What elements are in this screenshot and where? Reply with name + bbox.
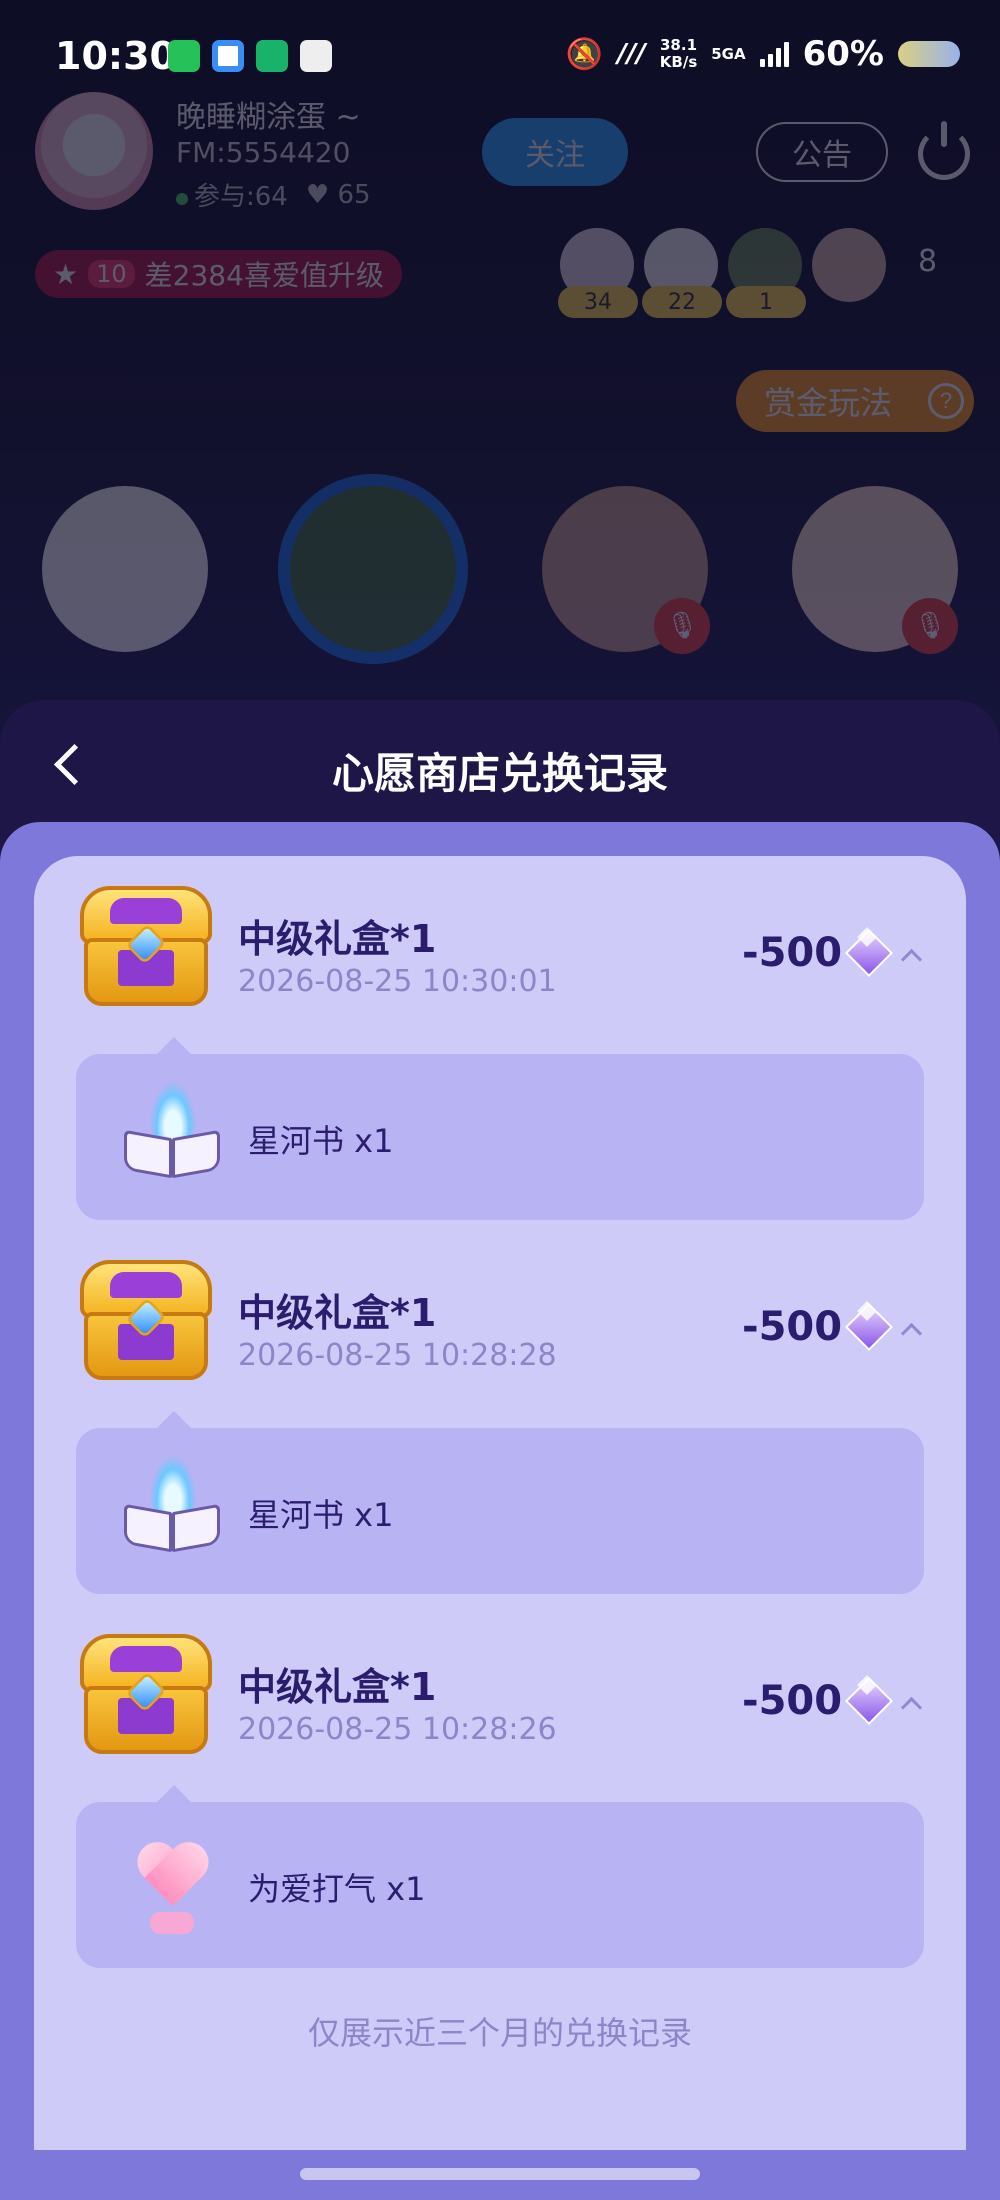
browser-icon <box>212 40 244 72</box>
bounty-button[interactable]: 赏金玩法 ? <box>736 370 974 432</box>
online-dot-icon <box>176 193 188 205</box>
battery-percent: 60% <box>802 34 884 74</box>
crystal-currency-icon <box>846 1304 890 1348</box>
battery-icon <box>898 41 960 67</box>
status-time: 10:30 <box>55 34 176 78</box>
treasure-chest-icon <box>76 886 216 1010</box>
level-pill[interactable]: ★ 10 差2384喜爱值升级 <box>35 250 402 298</box>
wechat-icon <box>168 40 200 72</box>
record-item[interactable]: 中级礼盒*1 2026-08-25 10:28:26 -500 为爱打气 x1 <box>34 1604 966 1980</box>
record-item-name: 中级礼盒*1 <box>238 1291 437 1335</box>
notice-button[interactable]: 公告 <box>756 122 888 182</box>
exchange-record-sheet: 心愿商店兑换记录 中级礼盒*1 2026-08-25 10:30:01 -500… <box>0 700 1000 2200</box>
book-icon <box>120 1456 224 1566</box>
signal-icon <box>759 41 789 67</box>
mic-seat[interactable] <box>290 486 456 652</box>
treasure-chest-icon <box>76 1260 216 1384</box>
crystal-currency-icon <box>846 1678 890 1722</box>
book-icon <box>120 1082 224 1192</box>
power-icon[interactable] <box>918 121 970 180</box>
bounty-label: 赏金玩法 <box>764 385 893 421</box>
audience-badge: 22 <box>642 286 722 318</box>
mute-bell-icon: 🔕 <box>565 36 604 72</box>
mic-seat[interactable] <box>42 486 208 652</box>
mic-off-icon: 🎙 <box>654 598 710 654</box>
record-item-time: 2026-08-25 10:28:26 <box>238 1712 557 1747</box>
game-app-icon <box>300 40 332 72</box>
heart-small-icon: ♥ <box>305 179 330 210</box>
sheet-header: 心愿商店兑换记录 <box>0 700 1000 826</box>
status-bar: 10:30 🔕 /// 38.1 KB/s 5GA 60% <box>0 0 1000 110</box>
participants-count: 参与:64 <box>176 176 288 213</box>
level-number: 10 <box>88 260 135 288</box>
record-cost: -500 <box>742 930 843 976</box>
reward-panel: 为爱打气 x1 <box>76 1802 924 1968</box>
reward-name: 星河书 x1 <box>248 1122 394 1160</box>
record-list[interactable]: 中级礼盒*1 2026-08-25 10:30:01 -500 星河书 x1 中… <box>34 856 966 2150</box>
audience-badge: 1 <box>726 286 806 318</box>
chevron-up-icon[interactable] <box>898 1692 924 1718</box>
reward-panel: 星河书 x1 <box>76 1054 924 1220</box>
audience-badge: 34 <box>558 286 638 318</box>
host-stats: 参与:64 ♥ 65 <box>176 176 371 213</box>
reward-panel: 星河书 x1 <box>76 1428 924 1594</box>
record-item[interactable]: 中级礼盒*1 2026-08-25 10:30:01 -500 星河书 x1 <box>34 856 966 1232</box>
star-icon: ★ <box>53 257 79 291</box>
audience-avatar[interactable] <box>812 228 886 302</box>
audience-count[interactable]: 8 <box>918 244 937 279</box>
chevron-up-icon[interactable] <box>898 1318 924 1344</box>
net-speed: 38.1 KB/s <box>659 36 698 71</box>
link-icon: /// <box>617 39 646 69</box>
chevron-up-icon[interactable] <box>898 944 924 970</box>
record-item-name: 中级礼盒*1 <box>238 1665 437 1709</box>
crystal-currency-icon <box>846 930 890 974</box>
level-text: 差2384喜爱值升级 <box>144 259 384 292</box>
heart-balloon-icon <box>120 1830 224 1940</box>
host-fm-id: FM:5554420 <box>176 136 351 169</box>
record-item-time: 2026-08-25 10:30:01 <box>238 964 557 999</box>
network-type: 5GA <box>711 45 746 63</box>
likes-count: ♥ 65 <box>305 179 371 210</box>
record-item-time: 2026-08-25 10:28:28 <box>238 1338 557 1373</box>
record-item-name: 中级礼盒*1 <box>238 917 437 961</box>
sheet-title: 心愿商店兑换记录 <box>331 749 668 798</box>
home-app-icon <box>256 40 288 72</box>
footer-note: 仅展示近三个月的兑换记录 <box>307 2014 692 2052</box>
record-cost: -500 <box>742 1304 843 1350</box>
host-avatar[interactable] <box>35 92 153 210</box>
mic-off-icon: 🎙 <box>902 598 958 654</box>
home-indicator[interactable] <box>300 2168 700 2180</box>
treasure-chest-icon <box>76 1634 216 1758</box>
record-cost: -500 <box>742 1678 843 1724</box>
sheet-body: 中级礼盒*1 2026-08-25 10:30:01 -500 星河书 x1 中… <box>0 822 1000 2200</box>
reward-name: 为爱打气 x1 <box>248 1870 426 1908</box>
host-name: 晚睡糊涂蛋 ~ <box>176 100 361 135</box>
record-item[interactable]: 中级礼盒*1 2026-08-25 10:28:28 -500 星河书 x1 <box>34 1230 966 1606</box>
help-icon[interactable]: ? <box>928 383 965 419</box>
follow-button[interactable]: 关注 <box>482 118 628 186</box>
reward-name: 星河书 x1 <box>248 1496 394 1534</box>
